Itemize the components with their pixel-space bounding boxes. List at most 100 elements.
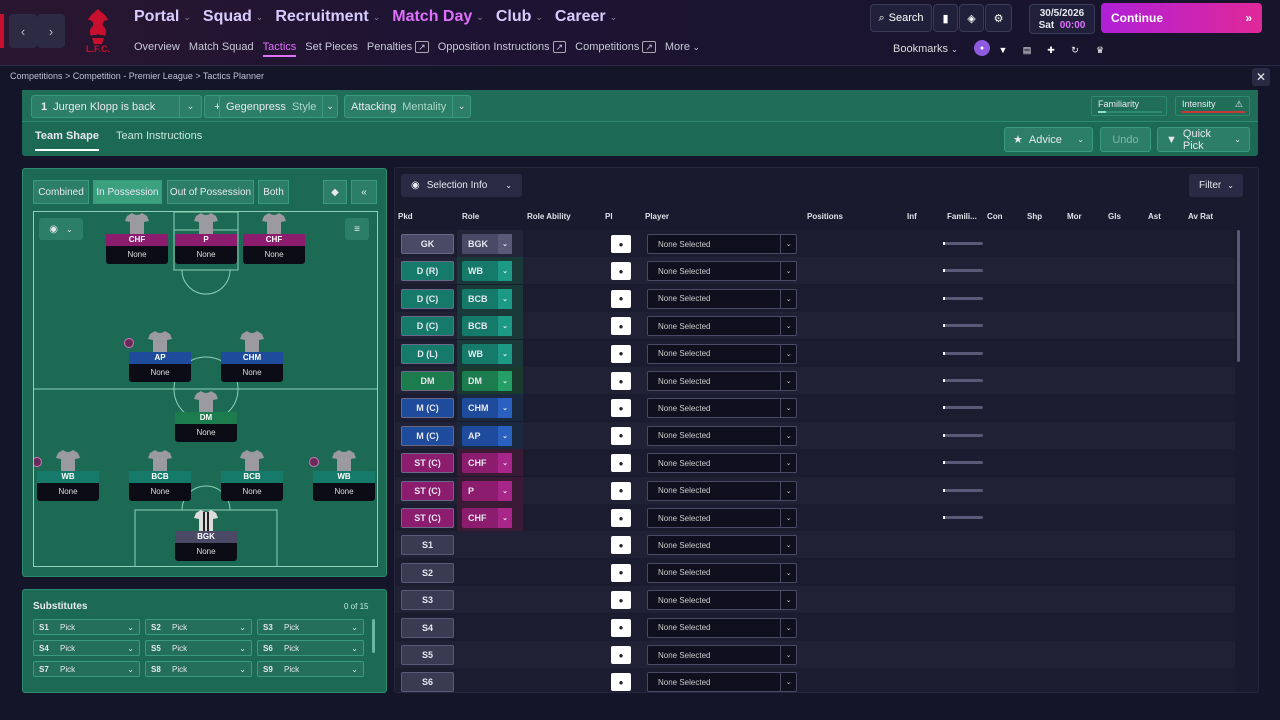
continue-button[interactable]: Continue »	[1101, 3, 1262, 33]
medical-icon[interactable]: ✚	[1043, 42, 1059, 58]
player-marker[interactable]: CHF None	[106, 212, 168, 264]
role-selector[interactable]: WB ⌄	[462, 343, 512, 364]
substitutes-scrollbar[interactable]	[372, 619, 375, 653]
player-select[interactable]: None Selected ⌄	[647, 343, 797, 364]
refresh-icon[interactable]: ↻	[1067, 42, 1083, 58]
collapse-icon[interactable]: «	[351, 180, 377, 204]
position-button[interactable]: ST (C)	[401, 480, 454, 501]
visibility-toggle[interactable]: ◉ ⌄	[39, 218, 83, 240]
table-row[interactable]: S6 ● None Selected ⌄	[395, 668, 1235, 692]
player-instructions-button[interactable]: ●	[611, 262, 631, 281]
nav-portal[interactable]: Portal ⌄	[134, 8, 191, 26]
close-icon[interactable]: ✕	[1252, 68, 1270, 86]
table-row[interactable]: M (C) CHM ⌄ ● None Selected ⌄	[395, 394, 1235, 422]
role-selector[interactable]: BCB ⌄	[462, 316, 512, 337]
familiarity-meter[interactable]: Familiarity	[1091, 96, 1167, 116]
back-arrow-icon[interactable]: ‹	[9, 14, 37, 48]
table-row[interactable]: D (C) BCB ⌄ ● None Selected ⌄	[395, 284, 1235, 312]
subnav-tactics[interactable]: Tactics	[262, 41, 297, 57]
player-select[interactable]: None Selected ⌄	[647, 508, 797, 528]
role-selector[interactable]: CHF ⌄	[462, 453, 512, 474]
notification-icon[interactable]: ●	[974, 40, 990, 56]
player-instructions-button[interactable]: ●	[611, 399, 631, 418]
player-select[interactable]: None Selected ⌄	[647, 672, 797, 692]
table-row[interactable]: M (C) AP ⌄ ● None Selected ⌄	[395, 421, 1235, 449]
shirt-icon[interactable]: ▼	[995, 42, 1011, 58]
player-marker[interactable]: WB None	[34, 449, 99, 501]
column-header[interactable]: Role Ability	[527, 212, 571, 221]
table-row[interactable]: S4 ● None Selected ⌄	[395, 613, 1235, 641]
subnav-set-pieces[interactable]: Set Pieces	[305, 41, 358, 57]
player-instructions-button[interactable]: ●	[611, 509, 631, 527]
breadcrumb[interactable]: Competitions > Competition - Premier Lea…	[10, 71, 264, 81]
role-selector[interactable]: BGK ⌄	[462, 234, 512, 254]
column-header[interactable]: Av Rat	[1188, 212, 1213, 221]
subnav-match-squad[interactable]: Match Squad	[189, 41, 254, 57]
settings-sliders-icon[interactable]: ≡	[345, 218, 369, 240]
sub-slot-select[interactable]: S4 Pick ⌄	[33, 640, 140, 656]
position-button[interactable]: D (R)	[401, 261, 454, 282]
shield-icon[interactable]: ◈	[959, 4, 984, 32]
player-instructions-button[interactable]: ●	[611, 646, 631, 664]
table-row[interactable]: S1 ● None Selected ⌄	[395, 531, 1235, 559]
mentality-selector[interactable]: Attacking Mentality ⌄	[344, 95, 471, 118]
game-date[interactable]: 30/5/2026 Sat 00:00	[1029, 4, 1095, 34]
player-marker[interactable]: WB None	[309, 449, 375, 501]
tab-team-shape[interactable]: Team Shape	[35, 130, 99, 151]
position-button[interactable]: M (C)	[401, 398, 454, 419]
club-crest-logo[interactable]: L.F.C.	[80, 6, 116, 58]
player-select[interactable]: None Selected ⌄	[647, 425, 797, 446]
player-instructions-button[interactable]: ●	[611, 618, 631, 637]
column-header[interactable]: Inf	[907, 212, 917, 221]
player-marker[interactable]: P None	[175, 212, 237, 264]
advice-button[interactable]: ★ Advice ⌄	[1004, 127, 1093, 152]
player-marker[interactable]: BCB None	[129, 449, 191, 501]
selection-info-dropdown[interactable]: ◉ Selection Info ⌄	[401, 174, 522, 197]
undo-button[interactable]: Undo	[1100, 127, 1151, 152]
player-marker[interactable]: BGK None	[175, 509, 237, 561]
player-select[interactable]: None Selected ⌄	[647, 316, 797, 337]
table-row[interactable]: S5 ● None Selected ⌄	[395, 641, 1235, 668]
player-select[interactable]: None Selected ⌄	[647, 371, 797, 391]
subnav-penalties[interactable]: Penalties ↗	[367, 41, 429, 57]
player-select[interactable]: None Selected ⌄	[647, 234, 797, 254]
position-button[interactable]: S3	[401, 590, 454, 611]
mode-combined[interactable]: Combined	[33, 180, 89, 204]
sub-slot-select[interactable]: S3 Pick ⌄	[257, 619, 364, 635]
subnav-overview[interactable]: Overview	[134, 41, 180, 57]
player-marker[interactable]: CHF None	[243, 212, 305, 264]
mode-both[interactable]: Both	[258, 180, 289, 204]
player-marker[interactable]: CHM None	[221, 330, 283, 382]
table-row[interactable]: S3 ● None Selected ⌄	[395, 586, 1235, 614]
sub-slot-select[interactable]: S7 Pick ⌄	[33, 661, 140, 677]
position-button[interactable]: D (C)	[401, 316, 454, 337]
role-selector[interactable]: CHF ⌄	[462, 508, 512, 528]
player-instructions-button[interactable]: ●	[611, 591, 631, 610]
column-header[interactable]: Pkd	[398, 212, 413, 221]
player-select[interactable]: None Selected ⌄	[647, 562, 797, 583]
position-button[interactable]: S4	[401, 617, 454, 638]
sub-slot-select[interactable]: S9 Pick ⌄	[257, 661, 364, 677]
position-button[interactable]: S2	[401, 562, 454, 583]
player-instructions-button[interactable]: ●	[611, 344, 631, 363]
sub-slot-select[interactable]: S8 Pick ⌄	[145, 661, 252, 677]
subnav-opposition-instructions[interactable]: Opposition Instructions ↗	[438, 41, 567, 57]
gear-icon[interactable]: ⚙	[985, 4, 1012, 32]
player-instructions-button[interactable]: ●	[611, 372, 631, 390]
table-row[interactable]: DM DM ⌄ ● None Selected ⌄	[395, 367, 1235, 394]
nav-career[interactable]: Career ⌄	[555, 8, 617, 26]
table-row[interactable]: ST (C) P ⌄ ● None Selected ⌄	[395, 476, 1235, 504]
player-select[interactable]: None Selected ⌄	[647, 590, 797, 611]
player-select[interactable]: None Selected ⌄	[647, 288, 797, 309]
sub-slot-select[interactable]: S1 Pick ⌄	[33, 619, 140, 635]
subnav-competitions[interactable]: Competitions ↗	[575, 41, 656, 57]
role-selector[interactable]: WB ⌄	[462, 261, 512, 282]
column-header[interactable]: Famili...	[947, 212, 977, 221]
column-header[interactable]: Gls	[1108, 212, 1121, 221]
subnav-more[interactable]: More ⌄	[665, 41, 700, 57]
player-instructions-button[interactable]: ●	[611, 563, 631, 582]
table-row[interactable]: ST (C) CHF ⌄ ● None Selected ⌄	[395, 504, 1235, 531]
position-button[interactable]: S6	[401, 672, 454, 692]
document-icon[interactable]: ▤	[1019, 42, 1035, 58]
player-instructions-button[interactable]: ●	[611, 673, 631, 692]
